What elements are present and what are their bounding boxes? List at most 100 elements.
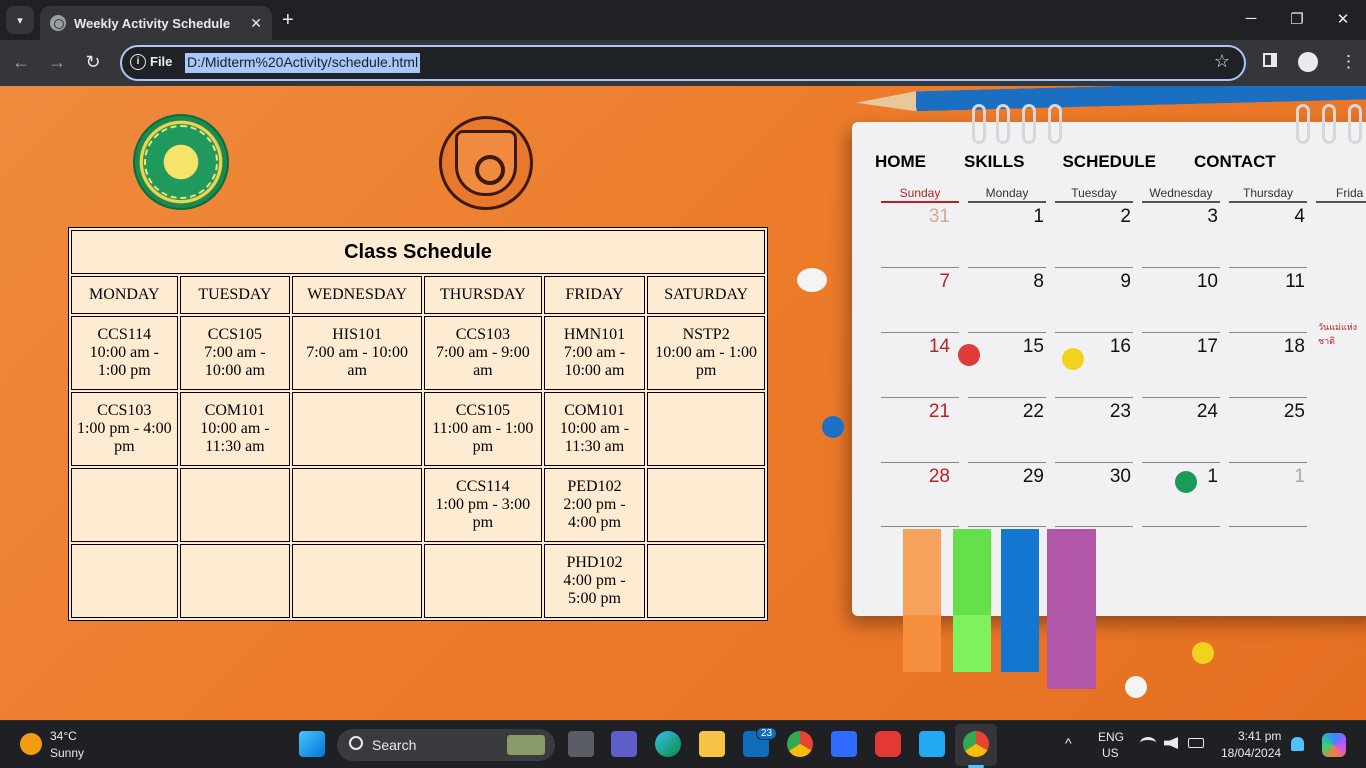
schedule-cell: CCS105 7:00 am - 10:00 am bbox=[179, 316, 291, 390]
calendar-divider bbox=[1142, 526, 1220, 527]
search-icon bbox=[349, 736, 363, 750]
course-code: CCS103 bbox=[455, 326, 510, 343]
schedule-cell bbox=[179, 544, 291, 618]
calendar-date: 28 bbox=[928, 466, 950, 487]
calendar-ring bbox=[1322, 104, 1336, 144]
pencil-image bbox=[856, 86, 1366, 113]
calendar-date: 24 bbox=[1196, 401, 1218, 422]
calendar-divider bbox=[1055, 526, 1133, 527]
battery-icon[interactable] bbox=[1188, 738, 1204, 748]
calendar-date: 31 bbox=[928, 206, 950, 227]
calendar-ring bbox=[1048, 104, 1062, 144]
browser-tab[interactable]: Weekly Activity Schedule ✕ bbox=[40, 6, 272, 40]
course-time: 7:00 am - 10:00 am bbox=[563, 344, 626, 379]
calendar-divider bbox=[1229, 397, 1307, 398]
calendar-date: 9 bbox=[1120, 271, 1131, 292]
windows-start-icon[interactable] bbox=[299, 731, 325, 757]
side-panel-icon[interactable] bbox=[1263, 52, 1277, 72]
url-text[interactable]: D:/Midterm%20Activity/schedule.html bbox=[185, 53, 421, 73]
notification-bell-icon[interactable] bbox=[1291, 737, 1304, 751]
tab-title: Weekly Activity Schedule bbox=[74, 15, 231, 31]
sticky-tab-green bbox=[953, 529, 991, 672]
clock-date[interactable]: 18/04/2024 bbox=[1221, 746, 1281, 760]
tray-chevron-icon[interactable]: ^ bbox=[1065, 735, 1072, 751]
course-code: CCS114 bbox=[97, 326, 152, 343]
profile-icon[interactable] bbox=[1298, 52, 1318, 77]
calendar-date: 17 bbox=[1196, 336, 1218, 357]
calendar-ring bbox=[996, 104, 1010, 144]
course-code: CCS105 bbox=[207, 326, 263, 343]
address-bar[interactable]: i File D:/Midterm%20Activity/schedule.ht… bbox=[120, 45, 1246, 81]
course-time: 10:00 am - 11:30 am bbox=[559, 420, 630, 455]
app-icon[interactable] bbox=[831, 731, 857, 757]
calendar-ring bbox=[972, 104, 986, 144]
tab-search-dropdown-icon[interactable]: ▾ bbox=[6, 6, 34, 34]
chrome-icon[interactable] bbox=[963, 731, 989, 757]
schedule-row: PHD102 4:00 pm - 5:00 pm bbox=[71, 544, 765, 618]
language-top[interactable]: ENG bbox=[1098, 730, 1124, 744]
schedule-cell: HIS101 7:00 am - 10:00 am bbox=[292, 316, 422, 390]
calendar-divider bbox=[1055, 462, 1133, 463]
calendar-divider bbox=[881, 462, 959, 463]
window-close-icon[interactable]: ✕ bbox=[1333, 10, 1353, 28]
nav-schedule-link[interactable]: SCHEDULE bbox=[1062, 152, 1156, 172]
browser-menu-icon[interactable]: ⋮ bbox=[1340, 52, 1357, 72]
teams-icon[interactable] bbox=[611, 731, 637, 757]
back-icon[interactable]: ← bbox=[10, 52, 32, 73]
schedule-cell bbox=[647, 392, 765, 466]
course-code: PED102 bbox=[567, 478, 622, 495]
wifi-icon[interactable] bbox=[1140, 737, 1156, 749]
course-time: 10:00 am - 1:00 pm bbox=[89, 344, 159, 379]
weather-temp[interactable]: 34°C bbox=[50, 729, 77, 743]
calendar-date: 1 bbox=[1294, 466, 1305, 487]
sun-weather-icon[interactable] bbox=[20, 733, 42, 755]
calendar-day-header: Sunday bbox=[881, 186, 959, 203]
calendar-date: 3 bbox=[1207, 206, 1218, 227]
calendar-ring bbox=[1296, 104, 1310, 144]
calendar-day-header: Wednesday bbox=[1142, 186, 1220, 203]
wps-office-icon[interactable] bbox=[875, 731, 901, 757]
language-bottom[interactable]: US bbox=[1102, 746, 1119, 760]
class-schedule-table: Class Schedule MONDAY TUESDAY WEDNESDAY … bbox=[68, 227, 768, 621]
taskbar-search[interactable]: Search bbox=[337, 729, 555, 761]
reload-icon[interactable]: ↻ bbox=[82, 52, 104, 73]
white-pushpin-image bbox=[1125, 676, 1147, 698]
copilot-icon[interactable] bbox=[1322, 733, 1346, 757]
tab-close-icon[interactable]: ✕ bbox=[250, 15, 262, 32]
site-info-icon[interactable]: i bbox=[130, 54, 146, 70]
edge-icon[interactable] bbox=[655, 731, 681, 757]
university-logo bbox=[133, 114, 229, 210]
course-time: 4:00 pm - 5:00 pm bbox=[563, 572, 626, 607]
new-tab-button[interactable]: + bbox=[282, 9, 294, 32]
search-label: Search bbox=[372, 737, 417, 753]
calendar-divider bbox=[1229, 526, 1307, 527]
schedule-cell: NSTP2 10:00 am - 1:00 pm bbox=[647, 316, 765, 390]
task-view-icon[interactable] bbox=[568, 731, 594, 757]
calendar-date: 30 bbox=[1109, 466, 1131, 487]
calendar-day-header: Frida bbox=[1316, 186, 1366, 203]
weather-desc[interactable]: Sunny bbox=[50, 746, 84, 760]
white-pushpin-image bbox=[797, 268, 827, 292]
vscode-icon[interactable] bbox=[919, 731, 945, 757]
page-content: Class Schedule MONDAY TUESDAY WEDNESDAY … bbox=[0, 86, 1366, 720]
nav-skills-link[interactable]: SKILLS bbox=[964, 152, 1024, 172]
file-explorer-icon[interactable] bbox=[699, 731, 725, 757]
calendar-divider bbox=[1142, 397, 1220, 398]
globe-icon bbox=[50, 15, 66, 31]
calendar-date: 11 bbox=[1285, 271, 1305, 292]
schedule-title: Class Schedule bbox=[71, 230, 765, 274]
minimize-icon[interactable]: ─ bbox=[1241, 10, 1261, 27]
bookmark-star-icon[interactable]: ☆ bbox=[1214, 51, 1230, 72]
clock-time[interactable]: 3:41 pm bbox=[1238, 729, 1281, 743]
nav-contact-link[interactable]: CONTACT bbox=[1194, 152, 1276, 172]
course-code: CCS114 bbox=[456, 478, 510, 495]
nav-home-link[interactable]: HOME bbox=[875, 152, 926, 172]
sticky-tab-blue bbox=[1001, 529, 1039, 672]
schedule-cell: PHD102 4:00 pm - 5:00 pm bbox=[543, 544, 646, 618]
volume-icon[interactable] bbox=[1164, 737, 1178, 749]
calendar-date: 10 bbox=[1196, 271, 1218, 292]
chrome-profile-icon[interactable] bbox=[787, 731, 813, 757]
forward-icon[interactable]: → bbox=[46, 52, 68, 73]
restore-icon[interactable]: ❐ bbox=[1287, 10, 1307, 28]
course-code: HIS101 bbox=[332, 326, 383, 343]
